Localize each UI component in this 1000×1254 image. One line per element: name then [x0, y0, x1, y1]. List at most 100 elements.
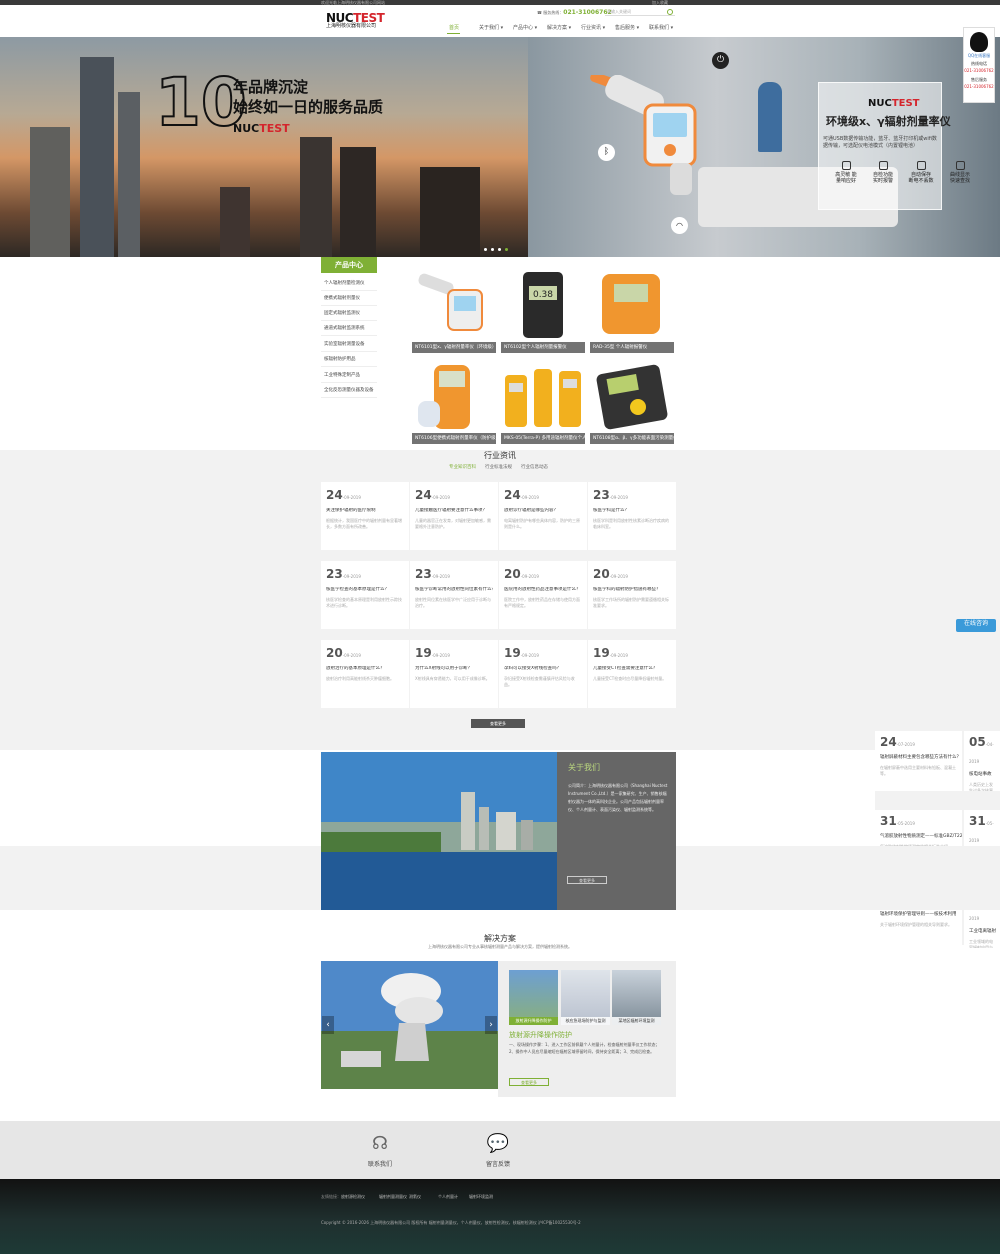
news-card[interactable]: 20-09-2019 核医学科的辐射防护措施有哪些？ 核医学工作场所的辐射防护需要遵… [588, 561, 676, 629]
search-input[interactable]: 请输入关键词 [605, 8, 675, 16]
news-card[interactable]: 24-09-2019 关注保护辐射的医疗限制 根据统计，我国医疗中的辐射剂量有显著增… [321, 482, 409, 550]
news-day: 23 [593, 488, 610, 502]
category-item[interactable]: 全化反恐测量仪器及设备 [321, 383, 377, 398]
solution-thumb[interactable]: 放射源升降操作防护 [509, 970, 558, 1025]
tab-knowledge[interactable]: 专业知识百科 [446, 464, 479, 470]
news-excerpt: 核医学检查的基本原理是利用放射性示踪技术进行诊断。 [326, 597, 402, 608]
wifi-icon: ◠ [671, 217, 688, 234]
friend-link[interactable]: 辐射环境监测 [469, 1194, 493, 1200]
side-news-card[interactable]: 24-07-2019 辐射屏蔽材料主要包含哪些方法有什么？ 在辐射屏蔽中选用主要材料… [875, 731, 962, 791]
tab-industry-news[interactable]: 行业信息动态 [518, 464, 551, 470]
news-card[interactable]: 24-09-2019 放射诊疗辐射是哪些内容？ 电离辐射防护有哪些具体内容，防护的三… [499, 482, 587, 550]
product-card[interactable]: NT6108型α、β、γ多功能表面污染测量仪 [590, 361, 674, 444]
news-card[interactable]: 23-09-2019 核医学检查的基本原理是什么？ 核医学检查的基本原理是利用放射性… [321, 561, 409, 629]
person-figure [758, 82, 782, 152]
category-item[interactable]: 个人辐射剂量检测仪 [321, 276, 377, 291]
friend-link[interactable]: 辐射剂量测量仪 [379, 1194, 407, 1200]
bluetooth-icon: ᛒ [598, 144, 615, 161]
panel-title: 环境级x、γ辐射剂量率仪 [826, 115, 951, 128]
news-title-text: 孕妇可以接受X射线检查吗？ [504, 666, 562, 671]
news-card[interactable]: 23-09-2019 核医学诊断常用的放射性同位素有什么？ 放射性同位素在核医学中广… [410, 561, 498, 629]
side-news-card[interactable]: 05-04-2019 核电站事故人类历史上发生过多次核事故。 [964, 731, 1000, 791]
panel-logo-accent: TEST [891, 98, 920, 109]
building-shape [118, 92, 140, 257]
carousel-dot[interactable] [484, 248, 487, 251]
hero-banner-left[interactable] [0, 37, 528, 257]
news-card[interactable]: 19-09-2019 儿童接受CT检查需要注意什么？ 儿童接受CT检查时应尽量降低辐… [588, 640, 676, 708]
qq-label[interactable]: QQ在线客服 [964, 53, 994, 59]
product-card[interactable]: NT6106型便携式辐射剂量率仪（防护级） [412, 361, 496, 444]
news-day: 19 [415, 646, 432, 660]
news-date: 20-09-2019 [593, 567, 671, 584]
headset-icon[interactable]: ☊ [368, 1133, 392, 1155]
contact-us-link[interactable]: 联系我们 [360, 1159, 400, 1168]
solution-thumb[interactable]: 核应急现场防护与监测 [561, 970, 610, 1025]
sensitivity-icon [841, 161, 851, 170]
slider-prev-arrow[interactable]: ‹ [322, 1016, 334, 1034]
news-card[interactable]: 24-09-2019 儿童接触医疗辐射要注意什么事项？ 儿童的器官正在发育，对辐射更… [410, 482, 498, 550]
friend-link[interactable]: 个人剂量计 [438, 1194, 458, 1200]
nav-contact[interactable]: 联系我们 ▾ [649, 24, 673, 31]
product-image [418, 365, 470, 429]
nav-service[interactable]: 售后服务 ▾ [615, 24, 639, 31]
product-caption: RAD-35型 个人辐射报警仪 [590, 342, 674, 353]
hero-logo-accent: TEST [259, 122, 290, 135]
news-card[interactable]: 19-09-2019 孕妇可以接受X射线检查吗？ 孕妇接受X射线检查需谨慎评估风险与… [499, 640, 587, 708]
nav-news-label: 行业资讯 [581, 25, 602, 31]
news-day: 31 [880, 814, 897, 828]
product-caption: NT6106型便携式辐射剂量率仪（防护级） [412, 433, 496, 444]
news-date: 23-09-2019 [326, 567, 404, 584]
carousel-dot-active[interactable] [505, 248, 508, 251]
category-item[interactable]: 核辐射防护用品 [321, 352, 377, 367]
search-icon[interactable] [667, 9, 673, 15]
product-card[interactable]: RAD-35型 个人辐射报警仪 [590, 270, 674, 353]
news-card[interactable]: 19-09-2019 为什么X射线可以用于诊断？ X射线具有穿透能力，可以用于成像诊… [410, 640, 498, 708]
hotline-label: 热线电话 [971, 61, 987, 66]
news-month: -05-2019 [896, 821, 915, 826]
carousel-dot[interactable] [498, 248, 501, 251]
nav-solutions[interactable]: 解决方案 ▾ [547, 24, 571, 31]
news-title: 行业资讯 [484, 451, 516, 460]
feature-sensitivity: 高灵敏 能量响应好 [833, 161, 859, 184]
product-card[interactable]: 0.38 NT6102型个人辐射剂量报警仪 [501, 270, 585, 353]
news-date: 24-07-2019 [880, 735, 957, 752]
solution-more-button[interactable]: 查看更多 [509, 1078, 549, 1086]
friend-link[interactable]: 放射源检测仪 [341, 1194, 365, 1200]
news-date: 31-05-2019 [969, 814, 995, 848]
bookmark-link[interactable]: 加入收藏 [652, 0, 668, 5]
qq-penguin-icon[interactable] [970, 32, 988, 52]
news-more-button[interactable]: 查看更多 [471, 719, 525, 728]
product-card[interactable]: MKS-05(Terra-P) 多用途辐射剂量仪个人剂量计 [501, 361, 585, 444]
news-title-text: 放射治疗的基本原理是什么？ [326, 666, 385, 671]
news-card[interactable]: 23-09-2019 核医学科是什么？ 核医学科是利用放射性核素诊断治疗疾病的临床科… [588, 482, 676, 550]
solution-thumb[interactable]: 某地区辐射环境监测 [612, 970, 661, 1025]
nav-home[interactable]: 首页 [449, 24, 459, 31]
news-date: 24-09-2019 [326, 488, 404, 505]
category-item[interactable]: 便携式辐射剂量仪 [321, 291, 377, 306]
news-card[interactable]: 20-09-2019 医院用的放射性药品注意事项是什么？ 医院工作中，放射性药品在存… [499, 561, 587, 629]
news-title-text: 工业电离辐射 [969, 929, 996, 934]
chat-bubble-icon[interactable]: 💬 [486, 1133, 510, 1155]
tab-standards[interactable]: 行业标准法规 [482, 464, 515, 470]
slider-next-arrow[interactable]: › [485, 1016, 497, 1034]
news-date: 19-09-2019 [504, 646, 582, 663]
category-item[interactable]: 工业特殊定制产品 [321, 368, 377, 383]
query-icon [955, 161, 965, 170]
nav-news[interactable]: 行业资讯 ▾ [581, 24, 605, 31]
online-consult-button[interactable]: 在线咨询 [956, 619, 996, 632]
building-shape [30, 127, 70, 257]
phone-icon: ☎ [537, 10, 542, 15]
product-card[interactable]: NT6101型x、γ辐射剂量率仪（环境级） [412, 270, 496, 353]
friend-link[interactable]: 测氡仪 [409, 1194, 421, 1200]
about-title: 关于我们 [568, 763, 600, 772]
about-more-button[interactable]: 查看更多 [567, 876, 607, 884]
carousel-dot[interactable] [491, 248, 494, 251]
feedback-link[interactable]: 留言反馈 [478, 1159, 518, 1168]
category-item[interactable]: 实验室辐射测量设备 [321, 337, 377, 352]
category-item[interactable]: 通道式辐射监测系统 [321, 321, 377, 336]
nav-about[interactable]: 关于我们 ▾ [479, 24, 503, 31]
news-excerpt: 放射治疗利用高能射线杀灭肿瘤细胞。 [326, 676, 394, 681]
category-item[interactable]: 固定式辐射监测仪 [321, 306, 377, 321]
nav-products[interactable]: 产品中心 ▾ [513, 24, 537, 31]
news-card[interactable]: 20-09-2019 放射治疗的基本原理是什么？ 放射治疗利用高能射线杀灭肿瘤细胞。 [321, 640, 409, 708]
